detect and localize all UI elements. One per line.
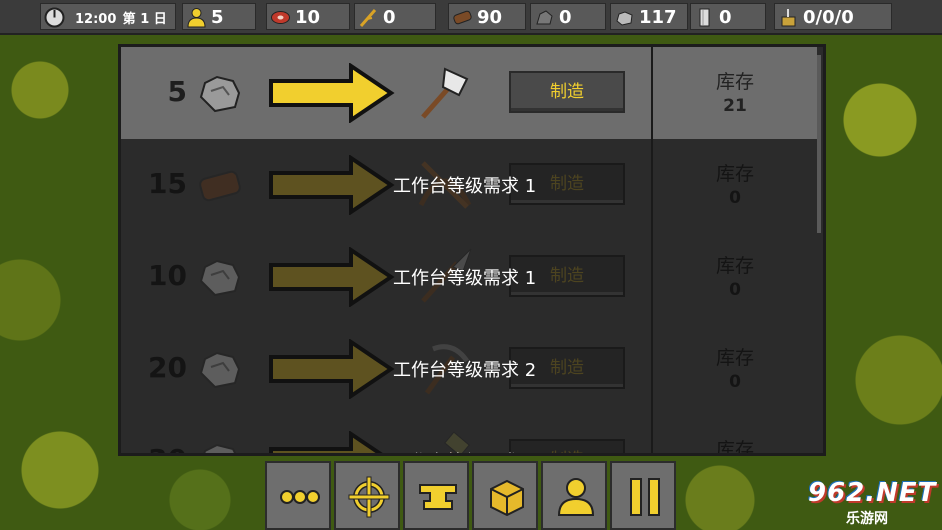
crafting-panel[interactable]: 5 制造 库存 21 15 制造 工作台等级需求 1 库存 0 10 制造 工作台等级需求 1 库存 0 2…: [118, 44, 826, 456]
stock-cell: 库存 0: [653, 231, 817, 323]
stone-icon: [616, 11, 633, 26]
person-icon: [557, 478, 595, 516]
axe-icon: [421, 67, 469, 119]
ore-value: 0: [559, 7, 572, 28]
menu-dots-icon: [280, 490, 320, 504]
wood-icon: [199, 170, 241, 202]
clock-time: 12:00: [75, 12, 117, 27]
stone-icon: [199, 351, 241, 389]
grain-icon: [359, 9, 377, 27]
arrow-icon: [269, 63, 395, 123]
grain-value: 0: [383, 7, 396, 28]
watermark-sub: 乐游网: [846, 511, 888, 527]
scrollbar[interactable]: [817, 55, 821, 233]
food-value: 10: [295, 7, 321, 28]
wood-slot: 90: [448, 3, 526, 30]
stock-value: 0: [729, 372, 741, 392]
stock-label: 库存: [715, 163, 754, 185]
metal-bar-icon: [699, 8, 710, 27]
stone-icon: [199, 75, 241, 113]
meat-icon: [271, 11, 290, 24]
watermark-main: 962.NET: [808, 478, 937, 508]
pause-icon: [630, 478, 660, 516]
stock-cell: 库存 0: [653, 139, 817, 231]
menu-button[interactable]: [265, 461, 331, 530]
stock-label: 库存: [715, 347, 754, 369]
stone-value: 117: [639, 7, 677, 28]
workshop-value: 0/0/0: [803, 7, 854, 28]
target-button[interactable]: [334, 461, 400, 530]
craft-row[interactable]: 5 制造: [121, 47, 651, 139]
workbench-level-requirement: 工作台等级需求 2: [393, 360, 537, 381]
population-value: 5: [211, 7, 224, 28]
metal-value: 0: [719, 7, 732, 28]
workshop-icon: [781, 9, 796, 27]
ore-icon: [536, 10, 553, 25]
craft-row[interactable]: 10 制造 工作台等级需求 1: [121, 231, 651, 323]
craft-row[interactable]: 30 制造工作台等级需求: [121, 415, 651, 453]
arrow-icon: [269, 155, 395, 215]
material-quantity: 5: [167, 75, 187, 108]
craft-button[interactable]: 制造: [509, 439, 625, 453]
clock-icon: [44, 7, 65, 28]
arrow-icon: [269, 339, 395, 399]
workbench-level-requirement: 工作台等级需求 1: [393, 176, 537, 197]
anvil-button[interactable]: [403, 461, 469, 530]
workshop-slot: 0/0/0: [774, 3, 892, 30]
crate-button[interactable]: [472, 461, 538, 530]
anvil-icon: [419, 484, 457, 510]
grain-slot: 0: [354, 3, 436, 30]
stone-icon: [199, 259, 241, 297]
material-quantity: 10: [148, 259, 187, 292]
material-quantity: 30: [135, 443, 187, 453]
food-slot: 10: [266, 3, 350, 30]
metal-slot: 0: [690, 3, 766, 30]
stock-label: 库存: [715, 71, 754, 93]
crosshair-icon: [348, 476, 390, 518]
bottom-toolbar: [265, 461, 679, 530]
stock-label: 库存: [715, 255, 754, 277]
resource-bar: 12:00 第 1 日 5 10 0 90 0 117 0 0/0/0: [0, 0, 942, 35]
stock-cell: 库存: [653, 415, 817, 456]
character-button[interactable]: [541, 461, 607, 530]
craft-button[interactable]: 制造: [509, 71, 625, 113]
stock-value: 21: [723, 96, 747, 116]
stock-cell: 库存 21: [653, 47, 817, 139]
wood-icon: [453, 10, 472, 25]
clock-slot: 12:00 第 1 日: [40, 3, 176, 30]
stone-slot: 117: [610, 3, 688, 30]
crate-icon: [490, 479, 524, 517]
material-quantity: 15: [148, 167, 187, 200]
population-slot: 5: [182, 3, 256, 30]
craft-row[interactable]: 20 制造 工作台等级需求 2: [121, 323, 651, 415]
craft-row[interactable]: 15 制造 工作台等级需求 1: [121, 139, 651, 231]
stock-label: 库存: [715, 439, 754, 456]
ore-slot: 0: [530, 3, 606, 30]
stock-value: 0: [729, 188, 741, 208]
arrow-icon: [269, 247, 395, 307]
day-label: 第 1 日: [122, 12, 167, 27]
person-icon: [187, 8, 206, 28]
stock-cell: 库存 0: [653, 323, 817, 415]
stone-icon: [203, 443, 237, 453]
workbench-level-requirement: 工作台等级需求 1: [393, 268, 537, 289]
material-quantity: 20: [148, 351, 187, 384]
site-watermark: 962.NET 乐游网: [782, 478, 940, 528]
wood-value: 90: [477, 7, 503, 28]
arrow-icon: [269, 431, 383, 453]
stock-value: 0: [729, 280, 741, 300]
pause-button[interactable]: [610, 461, 676, 530]
workbench-level-requirement: 工作台等级需求: [393, 448, 519, 453]
